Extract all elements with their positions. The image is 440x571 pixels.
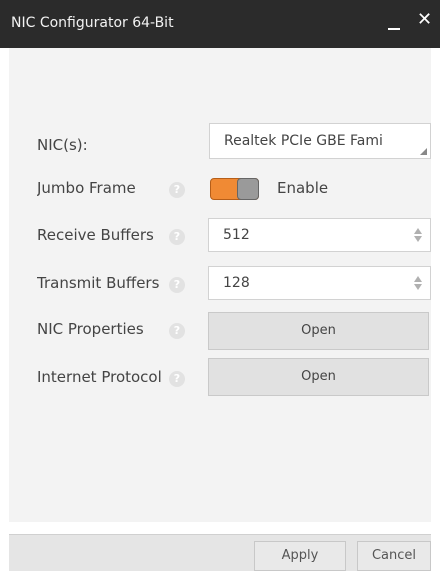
help-icon[interactable]: ?	[169, 371, 185, 387]
spin-down-icon[interactable]	[414, 284, 422, 290]
spin-up-icon[interactable]	[414, 228, 422, 234]
nic-dropdown[interactable]: Realtek PCIe GBE Fami	[209, 123, 431, 159]
help-icon[interactable]: ?	[169, 229, 185, 245]
receive-buffers-label: Receive Buffers	[37, 226, 154, 244]
transmit-buffers-label: Transmit Buffers	[37, 274, 160, 292]
close-icon[interactable]: ✕	[417, 10, 432, 30]
settings-panel: NIC(s): Realtek PCIe GBE Fami Jumbo Fram…	[9, 48, 431, 571]
spin-up-icon[interactable]	[414, 276, 422, 282]
nic-dropdown-value: Realtek PCIe GBE Fami	[224, 133, 383, 149]
receive-buffers-value: 512	[223, 227, 250, 243]
dialog-footer: Apply Cancel	[9, 534, 431, 571]
help-icon[interactable]: ?	[169, 277, 185, 293]
nic-properties-label: NIC Properties	[37, 320, 144, 338]
help-icon[interactable]: ?	[169, 323, 185, 339]
apply-button[interactable]: Apply	[254, 541, 346, 571]
spin-arrows[interactable]	[414, 276, 422, 292]
minimize-icon[interactable]	[386, 14, 402, 34]
toggle-knob	[237, 178, 259, 200]
nic-properties-open-button[interactable]: Open	[208, 312, 429, 350]
jumbo-frame-toggle[interactable]	[210, 178, 259, 200]
title-bar: NIC Configurator 64-Bit ✕	[0, 0, 440, 48]
cancel-button[interactable]: Cancel	[357, 541, 431, 571]
spin-arrows[interactable]	[414, 228, 422, 244]
transmit-buffers-value: 128	[223, 275, 250, 291]
receive-buffers-spinbox[interactable]: 512	[208, 218, 431, 252]
internet-protocol-open-button[interactable]: Open	[208, 358, 429, 396]
spin-down-icon[interactable]	[414, 236, 422, 242]
jumbo-frame-label: Jumbo Frame	[37, 179, 136, 197]
window-title: NIC Configurator 64-Bit	[11, 15, 174, 31]
nic-label: NIC(s):	[37, 136, 88, 154]
dropdown-corner-icon	[420, 148, 427, 155]
internet-protocol-label: Internet Protocol	[37, 368, 162, 386]
transmit-buffers-spinbox[interactable]: 128	[208, 266, 431, 300]
jumbo-frame-state-label: Enable	[277, 179, 329, 197]
help-icon[interactable]: ?	[169, 182, 185, 198]
